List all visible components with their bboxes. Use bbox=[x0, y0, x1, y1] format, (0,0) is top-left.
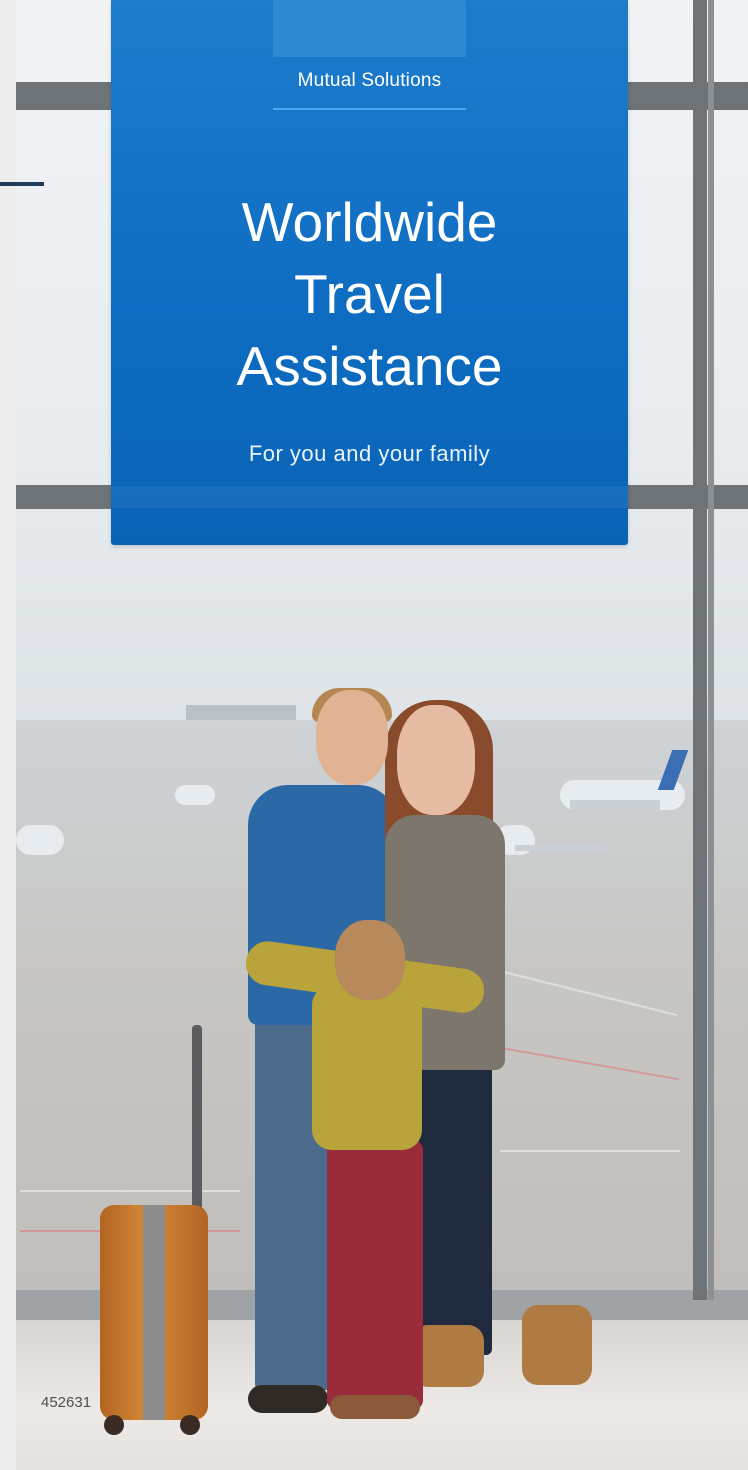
window-frame bbox=[693, 0, 707, 1300]
left-margin-strip bbox=[0, 0, 16, 1470]
boy-figure bbox=[327, 1140, 423, 1410]
title-line: Worldwide bbox=[241, 191, 498, 253]
brand-underline bbox=[273, 108, 466, 110]
page-subtitle: For you and your family bbox=[248, 441, 491, 466]
window-frame bbox=[708, 0, 714, 1300]
brand-tab bbox=[273, 0, 466, 57]
woman-figure bbox=[412, 1065, 492, 1355]
title-line: Assistance bbox=[236, 335, 503, 397]
brand-name: Mutual Solutions bbox=[297, 70, 442, 91]
left-margin-marker bbox=[0, 182, 44, 186]
airplane bbox=[560, 750, 700, 830]
airplane bbox=[16, 815, 64, 875]
document-code: 452631 bbox=[41, 1394, 92, 1411]
brochure-cover: Mutual Solutions Worldwide Travel Assist… bbox=[0, 0, 748, 1470]
suitcase-handle bbox=[192, 1025, 202, 1210]
page-title: Worldwide Travel Assistance bbox=[111, 186, 628, 402]
title-line: Travel bbox=[294, 263, 445, 325]
airplane bbox=[175, 780, 215, 808]
